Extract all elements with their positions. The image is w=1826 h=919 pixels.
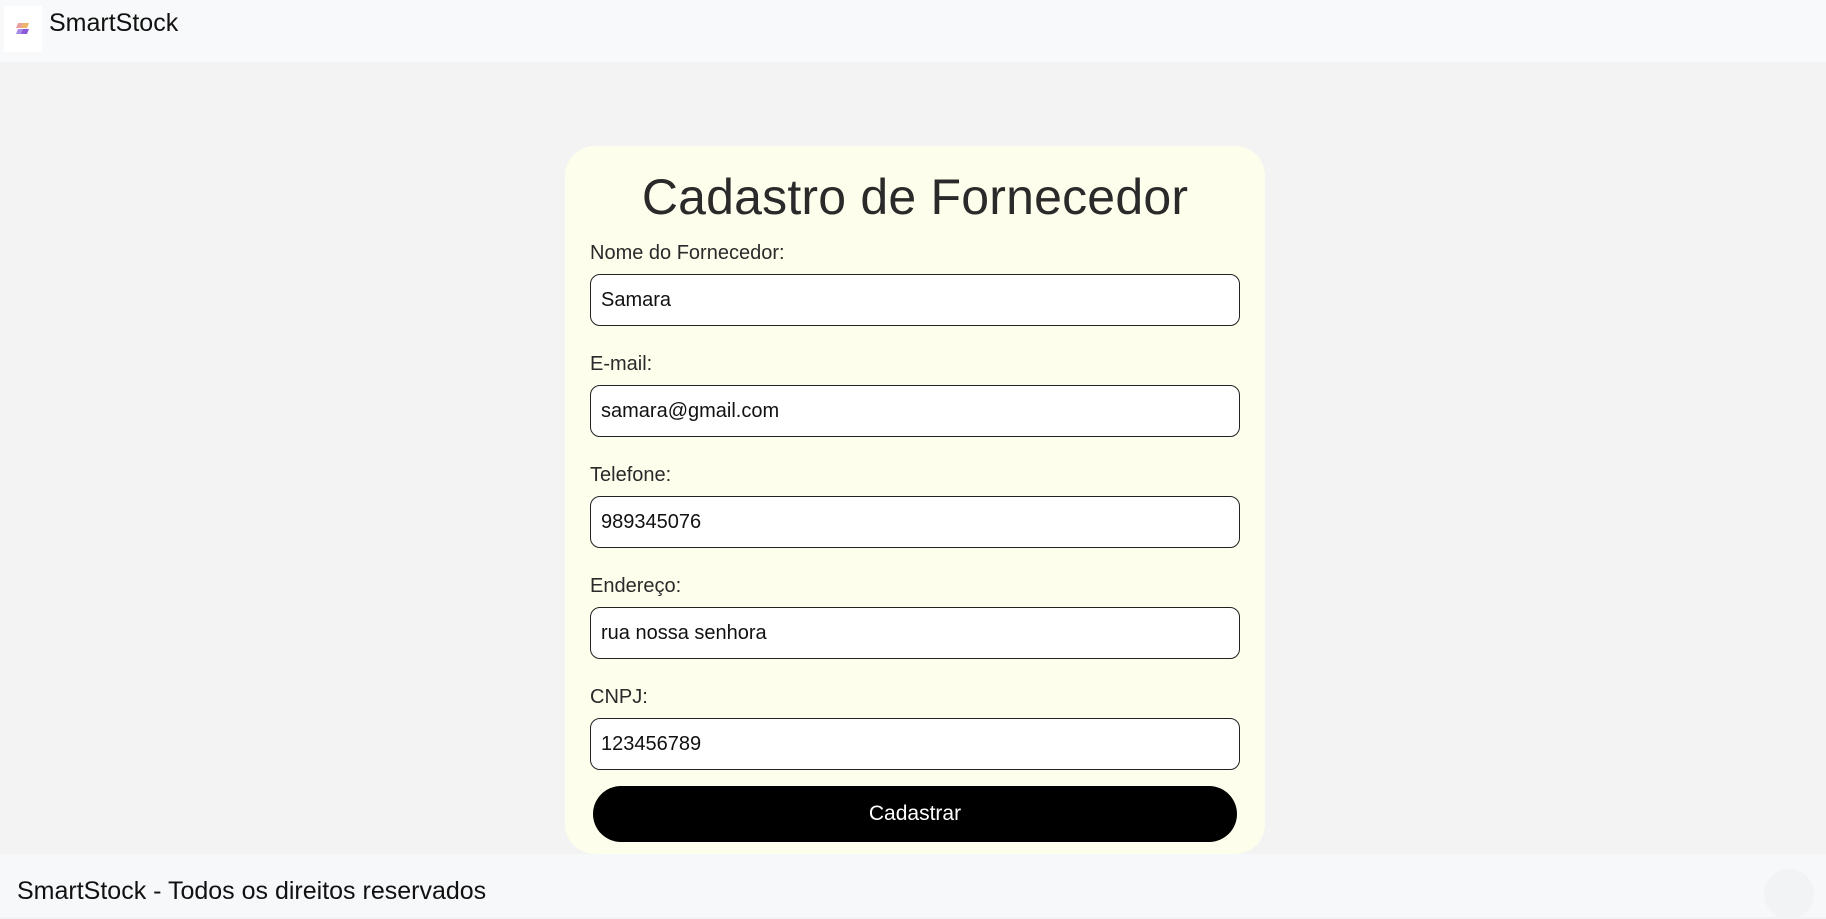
field-email: E-mail: samara@gmail.com: [590, 353, 1240, 437]
cadastrar-button[interactable]: Cadastrar: [593, 786, 1237, 842]
navbar: SmartStock: [0, 0, 1826, 62]
footer: SmartStock - Todos os direitos reservado…: [0, 854, 1826, 919]
field-endereco: Endereço: rua nossa senhora: [590, 575, 1240, 659]
floating-action-button[interactable]: [1764, 869, 1814, 919]
field-nome-fornecedor: Nome do Fornecedor: Samara: [590, 242, 1240, 326]
nome-fornecedor-label: Nome do Fornecedor:: [590, 242, 785, 264]
endereco-label: Endereço:: [590, 575, 682, 597]
supplier-form-card: Cadastro de Fornecedor Nome do Fornecedo…: [565, 146, 1265, 854]
email-input[interactable]: samara@gmail.com: [590, 385, 1240, 437]
cnpj-input[interactable]: 123456789: [590, 718, 1240, 770]
footer-text: SmartStock - Todos os direitos reservado…: [17, 877, 487, 905]
field-cnpj: CNPJ: 123456789: [590, 686, 1240, 770]
brand-name: SmartStock: [49, 9, 179, 37]
nome-fornecedor-input[interactable]: Samara: [590, 274, 1240, 326]
cnpj-label: CNPJ:: [590, 686, 648, 708]
page-title: Cadastro de Fornecedor: [641, 169, 1189, 225]
brand-link[interactable]: SmartStock: [0, 0, 178, 62]
telefone-input[interactable]: 989345076: [590, 496, 1240, 548]
smartstock-logo-icon: [4, 6, 42, 52]
endereco-input[interactable]: rua nossa senhora: [590, 607, 1240, 659]
field-telefone: Telefone: 989345076: [590, 464, 1240, 548]
telefone-label: Telefone:: [590, 464, 672, 486]
email-label: E-mail:: [590, 353, 653, 375]
